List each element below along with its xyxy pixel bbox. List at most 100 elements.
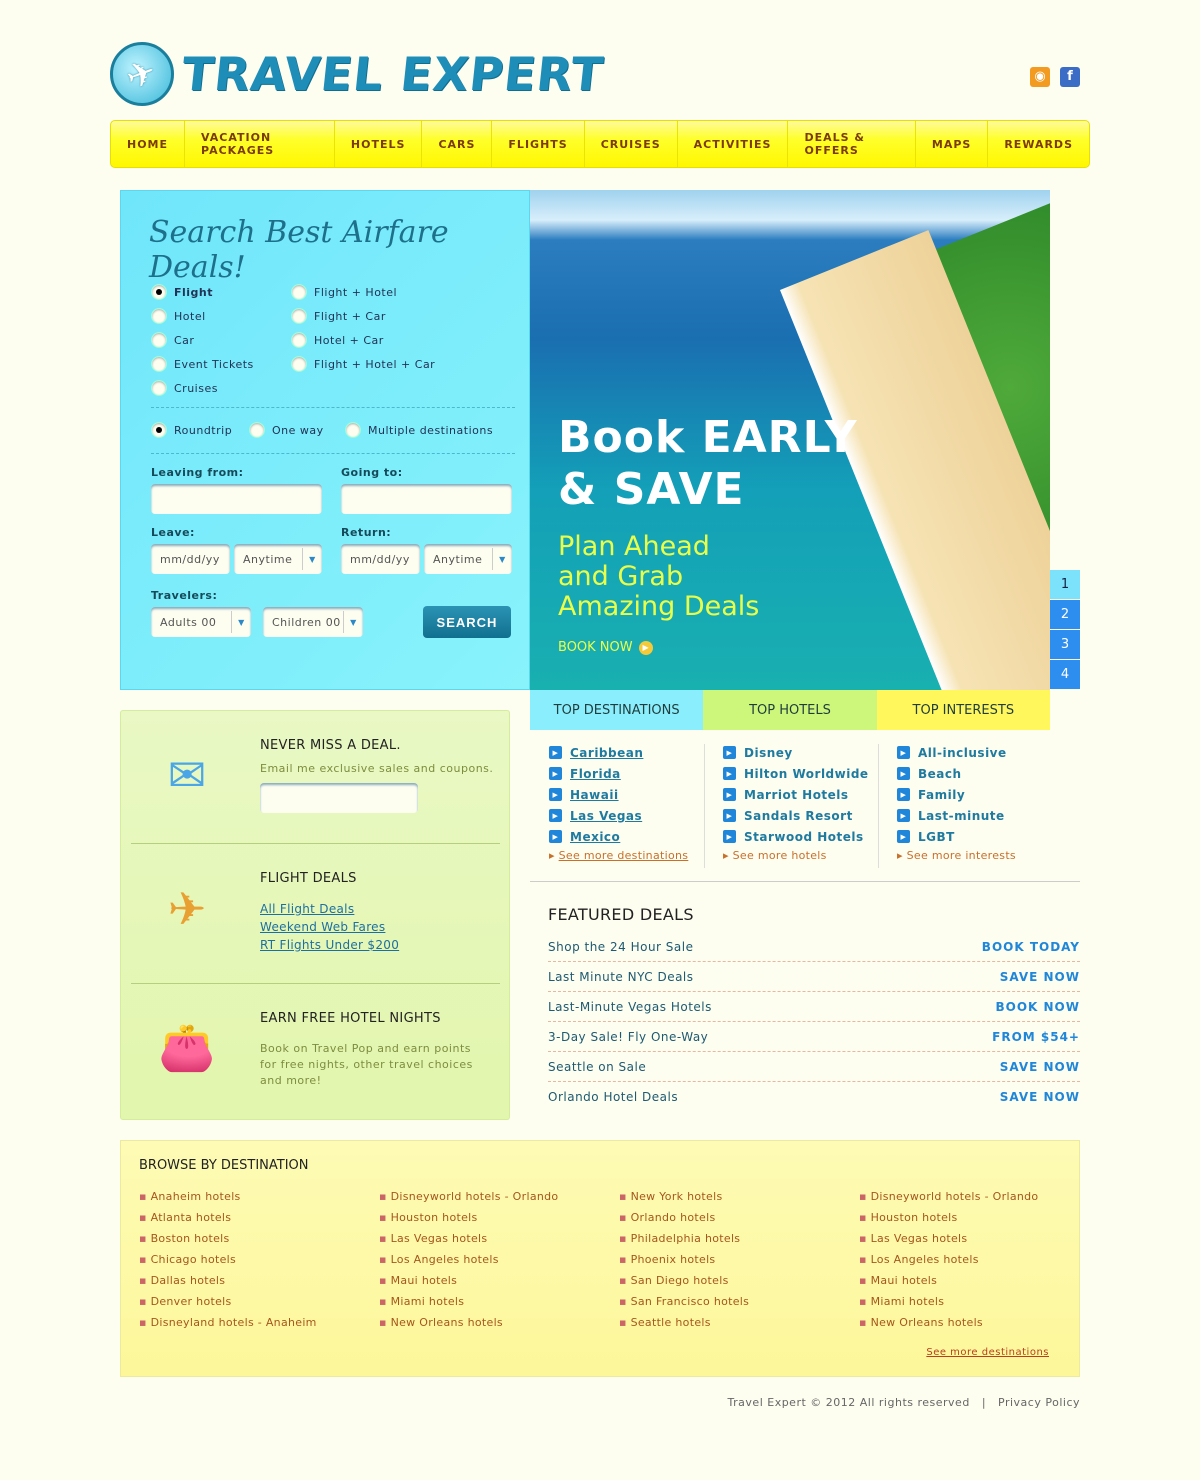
interests-link[interactable]: LGBT [918,830,955,844]
trip-direction-radio[interactable]: One way [249,422,324,438]
radio-button[interactable] [291,356,307,372]
tab-top-destinations[interactable]: TOP DESTINATIONS [530,690,704,730]
logo[interactable]: TRAVEL EXPERT [110,42,606,106]
list-item[interactable]: ▶ Hilton Worldwide [723,763,893,784]
trip-type-radio[interactable]: Car [151,332,194,348]
destinations-link[interactable]: Florida [570,767,621,781]
trip-direction-radio[interactable]: Multiple destinations [345,422,493,438]
destination-link[interactable]: Miami hotels [379,1295,558,1316]
destination-link[interactable]: Las Vegas hotels [859,1232,1038,1253]
list-item[interactable]: ▶ Hawaii [549,784,719,805]
radio-button[interactable] [151,284,167,300]
tab-top-hotels[interactable]: TOP HOTELS [703,690,877,730]
nav-item-cars[interactable]: CARS [422,121,493,167]
slide-page-button[interactable]: 1 [1050,570,1080,599]
see-more-interests[interactable]: ▸ See more interests [897,849,1067,862]
see-more-hotels[interactable]: ▸ See more hotels [723,849,893,862]
interests-link[interactable]: Beach [918,767,962,781]
trip-type-radio[interactable]: Hotel [151,308,206,324]
nav-item-cruises[interactable]: CRUISES [585,121,678,167]
list-item[interactable]: ▶ LGBT [897,826,1067,847]
destination-link[interactable]: Seattle hotels [619,1316,749,1337]
destination-link[interactable]: Chicago hotels [139,1253,317,1274]
destination-link[interactable]: San Diego hotels [619,1274,749,1295]
return-time-select[interactable]: Anytime ▼ [424,544,512,574]
radio-button[interactable] [151,308,167,324]
destination-link[interactable]: Los Angeles hotels [859,1253,1038,1274]
nav-item-home[interactable]: HOME [111,121,186,167]
interests-link[interactable]: Last-minute [918,809,1005,823]
destination-link[interactable]: Anaheim hotels [139,1190,317,1211]
hotels-link[interactable]: Hilton Worldwide [744,767,869,781]
destination-link[interactable]: Boston hotels [139,1232,317,1253]
destination-link[interactable]: Maui hotels [859,1274,1038,1295]
children-select[interactable]: Children 00 ▼ [263,607,363,637]
deal-name[interactable]: Last Minute NYC Deals [548,970,694,984]
list-item[interactable]: ▶ Disney [723,742,893,763]
list-item[interactable]: ▶ Sandals Resort [723,805,893,826]
destination-link[interactable]: Atlanta hotels [139,1211,317,1232]
list-item[interactable]: ▶ Beach [897,763,1067,784]
deal-action-link[interactable]: BOOK TODAY [982,940,1080,954]
see-more-destinations-link[interactable]: See more destinations [926,1347,1049,1358]
adults-select[interactable]: Adults 00 ▼ [151,607,251,637]
trip-type-radio[interactable]: Event Tickets [151,356,254,372]
trip-type-radio[interactable]: Flight + Hotel [291,284,397,300]
nav-item-rewards[interactable]: REWARDS [988,121,1089,167]
destination-link[interactable]: New York hotels [619,1190,749,1211]
trip-direction-radio[interactable]: Roundtrip [151,422,232,438]
list-item[interactable]: ▶ Marriot Hotels [723,784,893,805]
destinations-link[interactable]: Hawaii [570,788,619,802]
facebook-icon[interactable]: f [1060,67,1080,87]
list-item[interactable]: ▶ Starwood Hotels [723,826,893,847]
destination-link[interactable]: Houston hotels [859,1211,1038,1232]
flight-deal-link[interactable]: Weekend Web Fares [260,918,399,936]
radio-button[interactable] [291,308,307,324]
deal-name[interactable]: Last-Minute Vegas Hotels [548,1000,712,1014]
list-item[interactable]: ▶ Mexico [549,826,719,847]
destination-link[interactable]: Miami hotels [859,1295,1038,1316]
deal-action-link[interactable]: FROM $54+ [992,1030,1080,1044]
leave-date-input[interactable]: mm/dd/yy [151,544,230,574]
nav-item-flights[interactable]: FLIGHTS [492,121,585,167]
destination-link[interactable]: Dallas hotels [139,1274,317,1295]
list-item[interactable]: ▶ Las Vegas [549,805,719,826]
deal-name[interactable]: Orlando Hotel Deals [548,1090,678,1104]
deal-action-link[interactable]: SAVE NOW [1000,1090,1080,1104]
radio-button[interactable] [151,422,167,438]
book-now-link[interactable]: BOOK NOW ▶ [558,640,653,655]
destination-link[interactable]: Philadelphia hotels [619,1232,749,1253]
hotels-link[interactable]: Sandals Resort [744,809,853,823]
flight-deal-link[interactable]: All Flight Deals [260,900,399,918]
list-item[interactable]: ▶ Last-minute [897,805,1067,826]
privacy-policy-link[interactable]: Privacy Policy [998,1396,1080,1409]
deal-name[interactable]: 3-Day Sale! Fly One-Way [548,1030,708,1044]
radio-button[interactable] [249,422,265,438]
radio-button[interactable] [345,422,361,438]
search-button[interactable]: SEARCH [423,606,511,638]
destination-link[interactable]: Maui hotels [379,1274,558,1295]
nav-item-vacation-packages[interactable]: VACATION PACKAGES [185,121,335,167]
trip-type-radio[interactable]: Flight [151,284,213,300]
deal-action-link[interactable]: SAVE NOW [1000,1060,1080,1074]
hotels-link[interactable]: Starwood Hotels [744,830,864,844]
deal-action-link[interactable]: SAVE NOW [1000,970,1080,984]
destinations-link[interactable]: Caribbean [570,746,643,760]
destinations-link[interactable]: Mexico [570,830,620,844]
destination-link[interactable]: Denver hotels [139,1295,317,1316]
nav-item-activities[interactable]: ACTIVITIES [678,121,789,167]
destination-link[interactable]: Disneyworld hotels - Orlando [859,1190,1039,1211]
trip-type-radio[interactable]: Cruises [151,380,218,396]
see-more-destinations[interactable]: ▸ See more destinations [549,849,719,862]
interests-link[interactable]: Family [918,788,965,802]
leave-time-select[interactable]: Anytime ▼ [234,544,322,574]
destination-link[interactable]: Las Vegas hotels [379,1232,558,1253]
destinations-link[interactable]: Las Vegas [570,809,642,823]
hero-banner[interactable]: Book EARLY & SAVE Plan Ahead and Grab Amazi… [530,190,1050,690]
destination-link[interactable]: Phoenix hotels [619,1253,749,1274]
deal-name[interactable]: Shop the 24 Hour Sale [548,940,694,954]
list-item[interactable]: ▶ Caribbean [549,742,719,763]
radio-button[interactable] [291,332,307,348]
rss-icon[interactable]: ◉ [1030,67,1050,87]
destination-link[interactable]: Disneyland hotels - Anaheim [139,1316,317,1337]
